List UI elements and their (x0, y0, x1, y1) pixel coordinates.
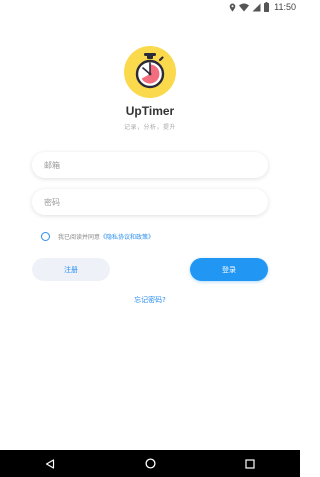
privacy-policy-link[interactable]: 《隐私协议和政策》 (100, 232, 154, 241)
wifi-icon (239, 3, 250, 12)
login-button[interactable]: 登录 (190, 258, 268, 281)
register-button[interactable]: 注册 (32, 258, 110, 281)
app-logo (124, 46, 176, 98)
password-field[interactable] (32, 189, 268, 215)
privacy-agreement-row: 我已阅读并同意 《隐私协议和政策》 (41, 230, 154, 242)
signal-icon (252, 3, 261, 12)
home-icon (144, 454, 156, 473)
nav-home-button[interactable] (130, 450, 170, 477)
nav-back-button[interactable] (30, 450, 70, 477)
battery-icon (264, 2, 270, 12)
agree-text: 我已阅读并同意 (58, 233, 101, 241)
status-bar: 11:50 (0, 0, 300, 14)
location-icon (229, 3, 236, 12)
recents-icon (245, 454, 255, 473)
email-field[interactable] (32, 152, 268, 178)
app-name: UpTimer (125, 104, 175, 118)
nav-recents-button[interactable] (230, 450, 270, 477)
status-time: 11:50 (274, 2, 296, 12)
agree-radio[interactable] (41, 231, 50, 241)
status-icons: 11:50 (229, 1, 296, 13)
password-field-container (32, 189, 268, 215)
navigation-bar (0, 450, 300, 477)
forgot-password-link[interactable]: 忘记密码? (0, 295, 300, 305)
app-tagline: 记录，分析，提升 (123, 124, 176, 131)
back-icon (45, 454, 55, 473)
email-field-container (32, 152, 268, 178)
